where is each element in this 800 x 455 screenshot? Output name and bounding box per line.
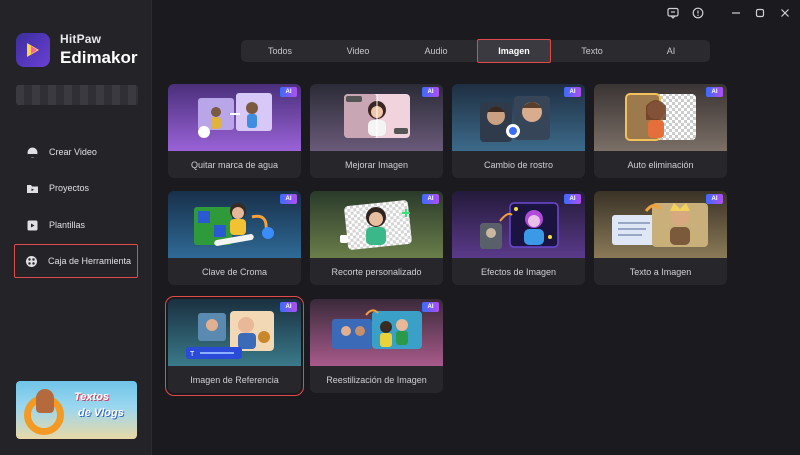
card-label: Texto a Imagen <box>629 266 692 277</box>
tool-card-mejorar-imagen[interactable]: AI Mejorar Imagen <box>310 84 443 178</box>
card-label: Clave de Croma <box>201 266 268 277</box>
minimize-icon[interactable] <box>729 6 743 20</box>
tool-card-efectos-de-imagen[interactable]: AI Efectos de Imagen <box>452 191 585 285</box>
card-label: Efectos de Imagen <box>480 266 557 277</box>
tool-card-recorte-personalizado[interactable]: AI Recorte personalizado <box>310 191 443 285</box>
sidebar-item-plantillas[interactable]: Plantillas <box>14 211 138 239</box>
card-label: Imagen de Referencia <box>190 374 279 385</box>
ai-badge: AI <box>706 87 723 97</box>
folder-icon <box>26 182 39 195</box>
tool-card-texto-a-imagen[interactable]: AI Texto a Imagen <box>594 191 727 285</box>
tab-video[interactable]: Video <box>319 40 397 62</box>
tab-todos[interactable]: Todos <box>241 40 319 62</box>
close-icon[interactable] <box>778 6 792 20</box>
person-illustration <box>36 389 54 413</box>
settings-icon[interactable] <box>691 6 705 20</box>
card-label: Reestilización de Imagen <box>326 374 427 385</box>
toolbox-icon <box>25 255 38 268</box>
tab-imagen[interactable]: Imagen <box>477 39 551 63</box>
ai-badge: AI <box>564 194 581 204</box>
ai-badge: AI <box>422 302 439 312</box>
tab-audio[interactable]: Audio <box>397 40 475 62</box>
card-label: Cambio de rostro <box>483 159 554 170</box>
tab-texto[interactable]: Texto <box>553 40 631 62</box>
sidebar-item-crear-video[interactable]: Crear Video <box>14 138 138 166</box>
svg-text:T: T <box>190 351 195 358</box>
tool-card-quitar-marca-de-agua[interactable]: AI Quitar marca de agua <box>168 84 301 178</box>
app-window: HitPaw Edimakor Crear Video Proyectos Pl… <box>0 0 800 455</box>
card-label: Mejorar Imagen <box>344 159 409 170</box>
tool-card-clave-de-croma[interactable]: AI Clave de Croma <box>168 191 301 285</box>
template-icon <box>26 219 39 232</box>
ai-badge: AI <box>280 87 297 97</box>
tool-card-cambio-de-rostro[interactable]: AI Cambio de rostro <box>452 84 585 178</box>
card-label: Recorte personalizado <box>331 266 422 277</box>
tab-ai[interactable]: AI <box>632 40 710 62</box>
ai-badge: AI <box>564 87 581 97</box>
tool-card-imagen-de-referencia[interactable]: T AI Imagen de Referencia <box>165 296 304 396</box>
ai-badge: AI <box>280 194 297 204</box>
sidebar-item-label: Proyectos <box>49 183 90 193</box>
app-logo-icon <box>16 33 50 67</box>
promo-banner[interactable]: Textos de Vlogs <box>16 381 137 439</box>
sidebar-item-proyectos[interactable]: Proyectos <box>14 174 138 202</box>
brand-name-main: Edimakor <box>60 48 138 67</box>
tool-card-reestilizacion-de-imagen[interactable]: AI Reestilización de Imagen <box>310 299 443 393</box>
create-video-icon <box>26 146 39 159</box>
ai-badge: AI <box>280 302 297 312</box>
ai-badge: AI <box>422 194 439 204</box>
sidebar-item-caja-de-herramienta[interactable]: Caja de Herramienta <box>14 244 138 278</box>
sidebar: HitPaw Edimakor Crear Video Proyectos Pl… <box>0 0 152 455</box>
card-label: Quitar marca de agua <box>190 159 279 170</box>
card-label: Auto eliminación <box>627 159 694 170</box>
category-tabs: Todos Video Audio Imagen Texto AI <box>241 39 710 63</box>
maximize-icon[interactable] <box>753 6 767 20</box>
ai-badge: AI <box>706 194 723 204</box>
feedback-icon[interactable] <box>666 6 680 20</box>
tool-card-auto-eliminacion[interactable]: AI Auto eliminación <box>594 84 727 178</box>
promo-line-1: Textos <box>74 391 110 403</box>
sidebar-item-label: Crear Video <box>49 147 97 157</box>
user-account-blurred[interactable] <box>16 85 138 105</box>
ai-badge: AI <box>422 87 439 97</box>
brand-name-top: HitPaw <box>60 32 102 46</box>
sidebar-item-label: Plantillas <box>49 220 86 230</box>
sidebar-item-label: Caja de Herramienta <box>48 256 132 266</box>
promo-line-2: de Vlogs <box>78 407 124 419</box>
